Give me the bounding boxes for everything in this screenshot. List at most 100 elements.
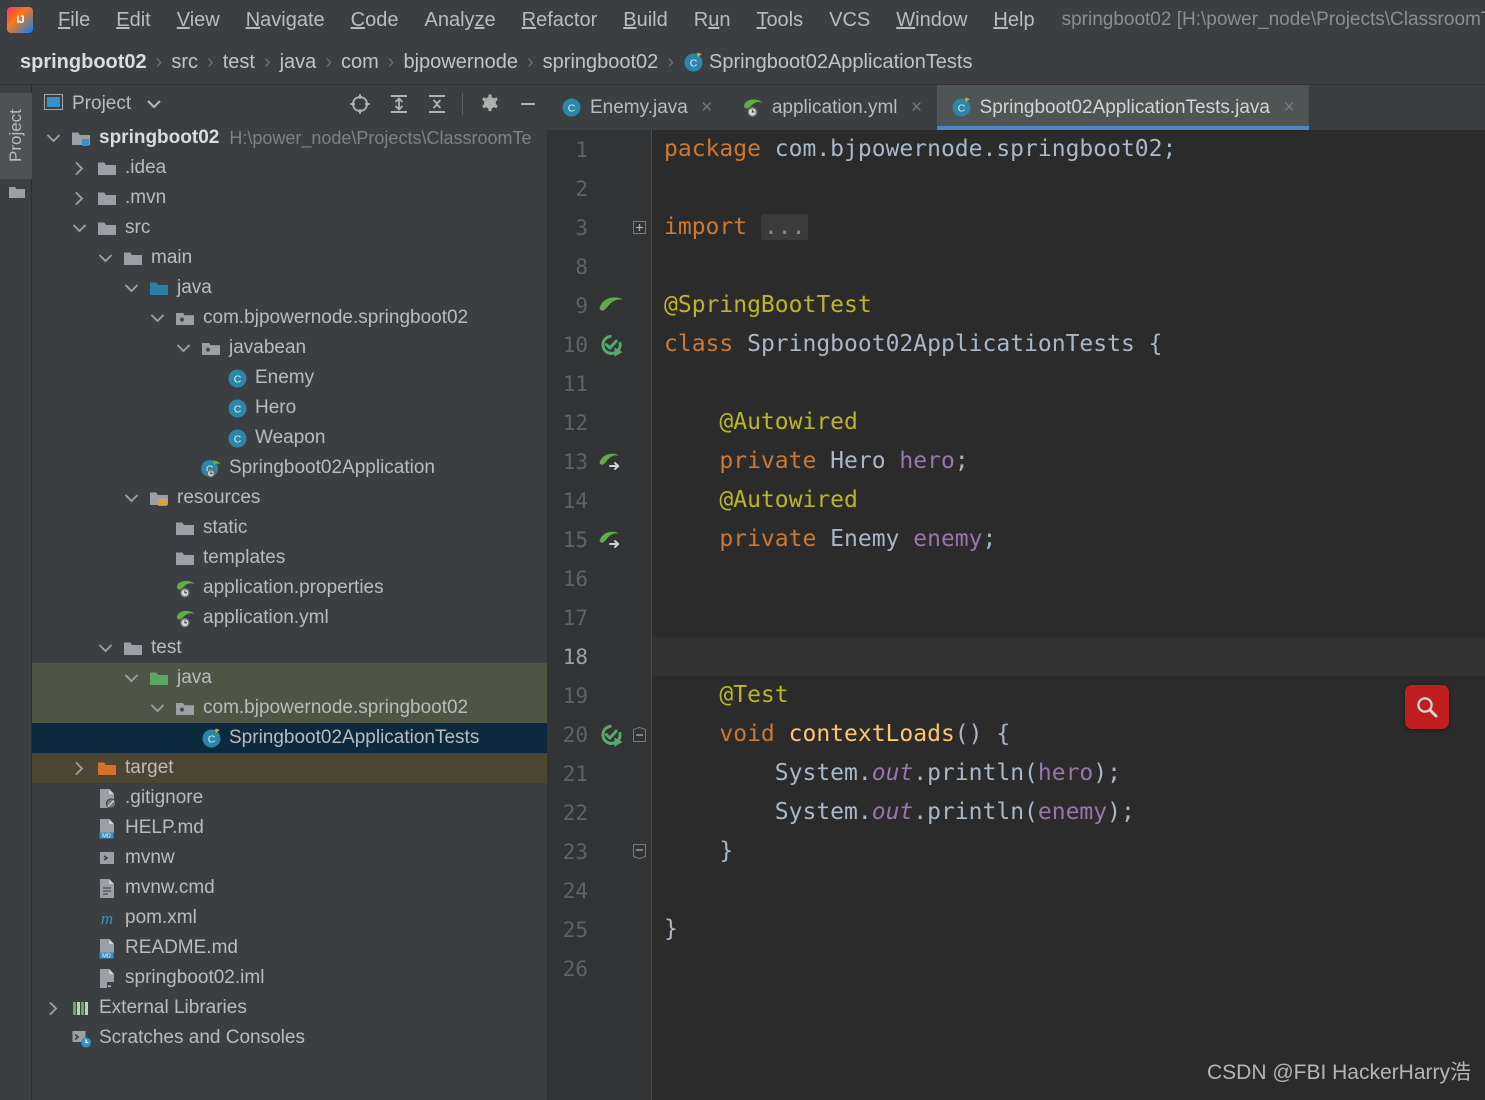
editor-tab[interactable]: C Enemy.java × [547, 85, 727, 130]
gutter-line[interactable]: 14 [547, 481, 651, 520]
code-line[interactable]: @Test [652, 676, 1485, 715]
chevron-right-icon[interactable] [70, 159, 88, 177]
tree-node[interactable]: java [32, 663, 547, 693]
tree-node[interactable]: test [32, 633, 547, 663]
code-line[interactable]: @Autowired [652, 481, 1485, 520]
code-line[interactable]: private Hero hero; [652, 442, 1485, 481]
tree-node[interactable]: springboot02 H:\power_node\Projects\Class… [32, 123, 547, 153]
code-editor[interactable]: 1 2 3 8 9 10 11 12 13 14 15 16 17 18 19 20 21 22 23 24 25 26 … [547, 130, 1485, 1100]
menu-item-analyze[interactable]: Analyze [411, 7, 508, 34]
chevron-down-icon[interactable] [122, 489, 140, 507]
breadcrumb-item-springboot02[interactable]: springboot02 [20, 51, 147, 74]
code-line[interactable]: } [652, 910, 1485, 949]
breadcrumb-item-bjpowernode[interactable]: bjpowernode [403, 51, 518, 74]
settings-gear-icon[interactable] [479, 93, 501, 115]
code-line[interactable]: } [652, 832, 1485, 871]
code-line[interactable]: void contextLoads() { [652, 715, 1485, 754]
menu-item-build[interactable]: Build [610, 7, 680, 34]
bean-navigate-icon[interactable] [597, 449, 625, 475]
editor-tab[interactable]: application.yml × [727, 85, 937, 130]
gutter-line[interactable]: 11 [547, 364, 651, 403]
fold-expand-icon[interactable] [631, 208, 647, 247]
menu-item-edit[interactable]: Edit [103, 7, 163, 34]
gutter-line[interactable]: 8 [547, 247, 651, 286]
breadcrumb-item-current[interactable]: Springboot02ApplicationTests [709, 51, 973, 74]
chevron-down-icon[interactable] [148, 309, 166, 327]
minimize-icon[interactable] [517, 93, 539, 115]
editor-tab-bar[interactable]: C Enemy.java × application.yml × C Springboot0… [547, 85, 1485, 130]
close-icon[interactable]: × [699, 97, 715, 119]
gutter-line[interactable]: 3 [547, 208, 651, 247]
menu-item-view[interactable]: View [164, 7, 233, 34]
tree-node[interactable]: mvnw.cmd [32, 873, 547, 903]
gutter-line[interactable]: 23 [547, 832, 651, 871]
breadcrumb-item-springboot02[interactable]: springboot02 [543, 51, 659, 74]
gutter-line[interactable]: 22 [547, 793, 651, 832]
tree-node[interactable]: C Hero [32, 393, 547, 423]
tree-node[interactable]: MD HELP.md [32, 813, 547, 843]
code-text-area[interactable]: package com.bjpowernode.springboot02; im… [652, 130, 1485, 1100]
tree-node[interactable]: mvnw [32, 843, 547, 873]
code-line[interactable] [652, 871, 1485, 910]
code-line[interactable]: @SpringBootTest [652, 286, 1485, 325]
main-menu-bar[interactable]: File Edit View Navigate Code Analyze Refactor B… [45, 7, 1048, 34]
tree-node[interactable]: C Springboot02ApplicationTests [32, 723, 547, 753]
folder-icon[interactable] [8, 185, 26, 200]
menu-item-vcs[interactable]: VCS [816, 7, 883, 34]
tree-node[interactable]: C Weapon [32, 423, 547, 453]
gutter-line[interactable]: 10 [547, 325, 651, 364]
tree-node[interactable]: static [32, 513, 547, 543]
menu-item-tools[interactable]: Tools [743, 7, 816, 34]
gutter-line[interactable]: 18 [547, 637, 651, 676]
menu-item-window[interactable]: Window [883, 7, 980, 34]
tree-node[interactable]: application.properties [32, 573, 547, 603]
tree-node[interactable]: application.yml [32, 603, 547, 633]
gutter-line[interactable]: 16 [547, 559, 651, 598]
chevron-down-icon[interactable] [147, 99, 161, 109]
editor-tab[interactable]: C Springboot02ApplicationTests.java × [936, 85, 1310, 130]
tree-node[interactable]: .gitignore [32, 783, 547, 813]
tree-node[interactable]: External Libraries [32, 993, 547, 1023]
code-line[interactable]: package com.bjpowernode.springboot02; [652, 130, 1485, 169]
tree-node[interactable]: java [32, 273, 547, 303]
chevron-down-icon[interactable] [122, 279, 140, 297]
chevron-down-icon[interactable] [44, 129, 62, 147]
chevron-down-icon[interactable] [70, 219, 88, 237]
tree-node[interactable]: templates [32, 543, 547, 573]
gutter-line[interactable]: 25 [547, 910, 651, 949]
tree-node[interactable]: com.bjpowernode.springboot02 [32, 303, 547, 333]
fold-collapse-start-icon[interactable] [631, 715, 647, 754]
code-line[interactable]: class Springboot02ApplicationTests { [652, 325, 1485, 364]
code-line[interactable] [652, 559, 1485, 598]
fold-collapse-end-icon[interactable] [631, 832, 647, 871]
tree-node[interactable]: javabean [32, 333, 547, 363]
code-line[interactable] [652, 637, 1485, 676]
gutter-line[interactable]: 12 [547, 403, 651, 442]
chevron-down-icon[interactable] [96, 639, 114, 657]
chevron-down-icon[interactable] [122, 669, 140, 687]
code-line[interactable]: import ... [652, 208, 1485, 247]
gutter-line[interactable]: 17 [547, 598, 651, 637]
breadcrumb[interactable]: springboot02 › src › test › java › com › bjpowerno… [0, 40, 1485, 85]
tree-node[interactable]: .mvn [32, 183, 547, 213]
editor-gutter[interactable]: 1 2 3 8 9 10 11 12 13 14 15 16 17 18 19 20 21 22 23 24 25 26 [547, 130, 652, 1100]
run-test-icon[interactable] [597, 722, 625, 748]
code-line[interactable]: System.out.println(enemy); [652, 793, 1485, 832]
chevron-down-icon[interactable] [174, 339, 192, 357]
code-line[interactable]: @Autowired [652, 403, 1485, 442]
gutter-line[interactable]: 2 [547, 169, 651, 208]
run-test-icon[interactable] [597, 332, 625, 358]
gutter-line[interactable]: 19 [547, 676, 651, 715]
project-tree[interactable]: springboot02 H:\power_node\Projects\Class… [32, 123, 547, 1100]
code-line[interactable]: private Enemy enemy; [652, 520, 1485, 559]
chevron-down-icon[interactable] [96, 249, 114, 267]
gutter-line[interactable]: 21 [547, 754, 651, 793]
tree-node[interactable]: C Springboot02Application [32, 453, 547, 483]
code-line[interactable] [652, 949, 1485, 988]
expand-all-icon[interactable] [388, 93, 410, 115]
tree-node[interactable]: main [32, 243, 547, 273]
code-line[interactable] [652, 364, 1485, 403]
chevron-right-icon[interactable] [70, 759, 88, 777]
gutter-line[interactable]: 15 [547, 520, 651, 559]
tree-node[interactable]: C Enemy [32, 363, 547, 393]
